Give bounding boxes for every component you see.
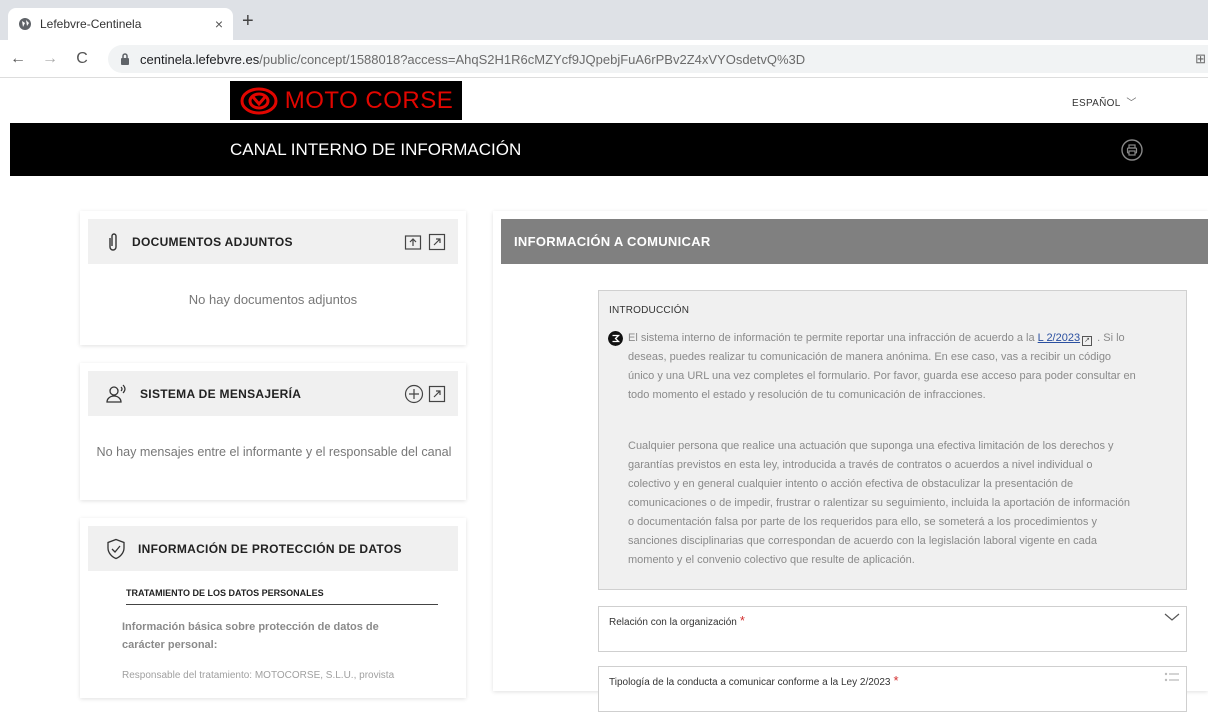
basic-info-text: Información básica sobre protección de d… <box>122 621 379 651</box>
messaging-empty-message: No hay mensajes entre el informante y el… <box>96 445 452 459</box>
introduction-paragraph-1: El sistema interno de información te per… <box>628 329 1138 405</box>
external-link-icon[interactable]: ↗ <box>1082 336 1093 346</box>
print-icon[interactable] <box>1121 139 1143 161</box>
title-bar: CANAL INTERNO DE INFORMACIÓN <box>10 123 1208 176</box>
add-message-icon[interactable] <box>404 384 424 404</box>
back-arrow-icon[interactable]: ← <box>4 50 32 68</box>
new-tab-button[interactable]: + <box>242 10 254 33</box>
report-form-panel: INFORMACIÓN A COMUNICAR INTRODUCCIÓN El … <box>493 211 1208 712</box>
chevron-down-icon[interactable] <box>1164 612 1180 622</box>
expand-icon[interactable] <box>428 385 446 403</box>
documents-panel-header: DOCUMENTOS ADJUNTOS <box>88 219 458 264</box>
url-host: centinela.lefebvre.es <box>140 51 260 67</box>
messaging-panel-header: SISTEMA DE MENSAJERÍA <box>88 371 458 416</box>
tab-close-icon[interactable]: × <box>215 16 223 32</box>
lock-icon <box>121 53 129 65</box>
logo-text: MOTO CORSE <box>284 86 454 114</box>
translate-icon[interactable]: ⊞ <box>1195 51 1206 67</box>
messaging-title: SISTEMA DE MENSAJERÍA <box>140 386 302 401</box>
url-path: /public/concept/1588018?access=AhqS2H1R6… <box>259 51 806 67</box>
browser-toolbar: ← → C centinela.lefebvre.es/public/conce… <box>0 40 1208 78</box>
relation-select[interactable]: Relación con la organización * <box>598 606 1187 652</box>
data-protection-panel: INFORMACIÓN DE PROTECCIÓN DE DATOS TRATA… <box>80 518 466 698</box>
brand-logo[interactable]: MOTO CORSE <box>230 81 462 120</box>
moto-corse-logo-icon <box>240 87 278 114</box>
law-link[interactable]: L 2/2023 <box>1038 332 1080 344</box>
tab-title: Lefebvre-Centinela <box>40 17 142 31</box>
page-title: CANAL INTERNO DE INFORMACIÓN <box>230 140 522 159</box>
documents-empty-message: No hay documentos adjuntos <box>188 292 358 307</box>
site-header: MOTO CORSE ESPAÑOL ﹀ <box>0 79 1208 123</box>
list-icon[interactable] <box>1164 672 1180 684</box>
paperclip-icon <box>109 232 117 251</box>
documents-title: DOCUMENTOS ADJUNTOS <box>132 234 293 249</box>
relation-label-text: Relación con la organización <box>609 617 737 628</box>
expand-icon[interactable] <box>428 233 446 251</box>
messaging-panel: SISTEMA DE MENSAJERÍA No hay mensajes en… <box>80 363 466 500</box>
shield-check-icon <box>107 538 125 559</box>
data-treatment-subtitle: TRATAMIENTO DE LOS DATOS PERSONALES <box>126 588 438 605</box>
introduction-paragraph-2: Cualquier persona que realice una actuac… <box>628 440 1130 566</box>
browser-tab[interactable]: Lefebvre-Centinela × <box>8 8 233 40</box>
chevron-down-icon: ﹀ <box>1126 98 1137 109</box>
report-form-header: INFORMACIÓN A COMUNICAR <box>501 219 1208 264</box>
typology-label: Tipología de la conducta a comunicar con… <box>609 673 899 688</box>
globe-icon <box>19 18 31 30</box>
forward-arrow-icon[interactable]: → <box>36 50 64 68</box>
responsible-text: Responsable del tratamiento: MOTOCORSE, … <box>122 670 395 681</box>
address-bar[interactable]: centinela.lefebvre.es/public/concept/158… <box>108 45 1208 73</box>
relation-label: Relación con la organización * <box>609 613 745 628</box>
introduction-box: INTRODUCCIÓN El sistema interno de infor… <box>598 290 1187 590</box>
sigma-icon <box>608 331 623 346</box>
user-speaking-icon <box>106 384 126 403</box>
intro-text-before: El sistema interno de información te per… <box>628 332 1038 344</box>
upload-icon[interactable] <box>404 233 422 251</box>
language-label: ESPAÑOL <box>1072 98 1121 109</box>
data-protection-title: INFORMACIÓN DE PROTECCIÓN DE DATOS <box>138 541 402 556</box>
introduction-heading: INTRODUCCIÓN <box>609 305 690 316</box>
documents-panel: DOCUMENTOS ADJUNTOS No hay documentos ad… <box>80 211 466 345</box>
typology-select[interactable]: Tipología de la conducta a comunicar con… <box>598 666 1187 712</box>
typology-label-text: Tipología de la conducta a comunicar con… <box>609 677 891 688</box>
required-mark: * <box>893 673 899 688</box>
data-protection-panel-header: INFORMACIÓN DE PROTECCIÓN DE DATOS <box>88 526 458 571</box>
required-mark: * <box>739 613 745 628</box>
reload-icon[interactable]: C <box>68 50 96 68</box>
language-selector[interactable]: ESPAÑOL ﹀ <box>1072 94 1137 109</box>
browser-tab-bar: Lefebvre-Centinela × + <box>0 0 1208 40</box>
